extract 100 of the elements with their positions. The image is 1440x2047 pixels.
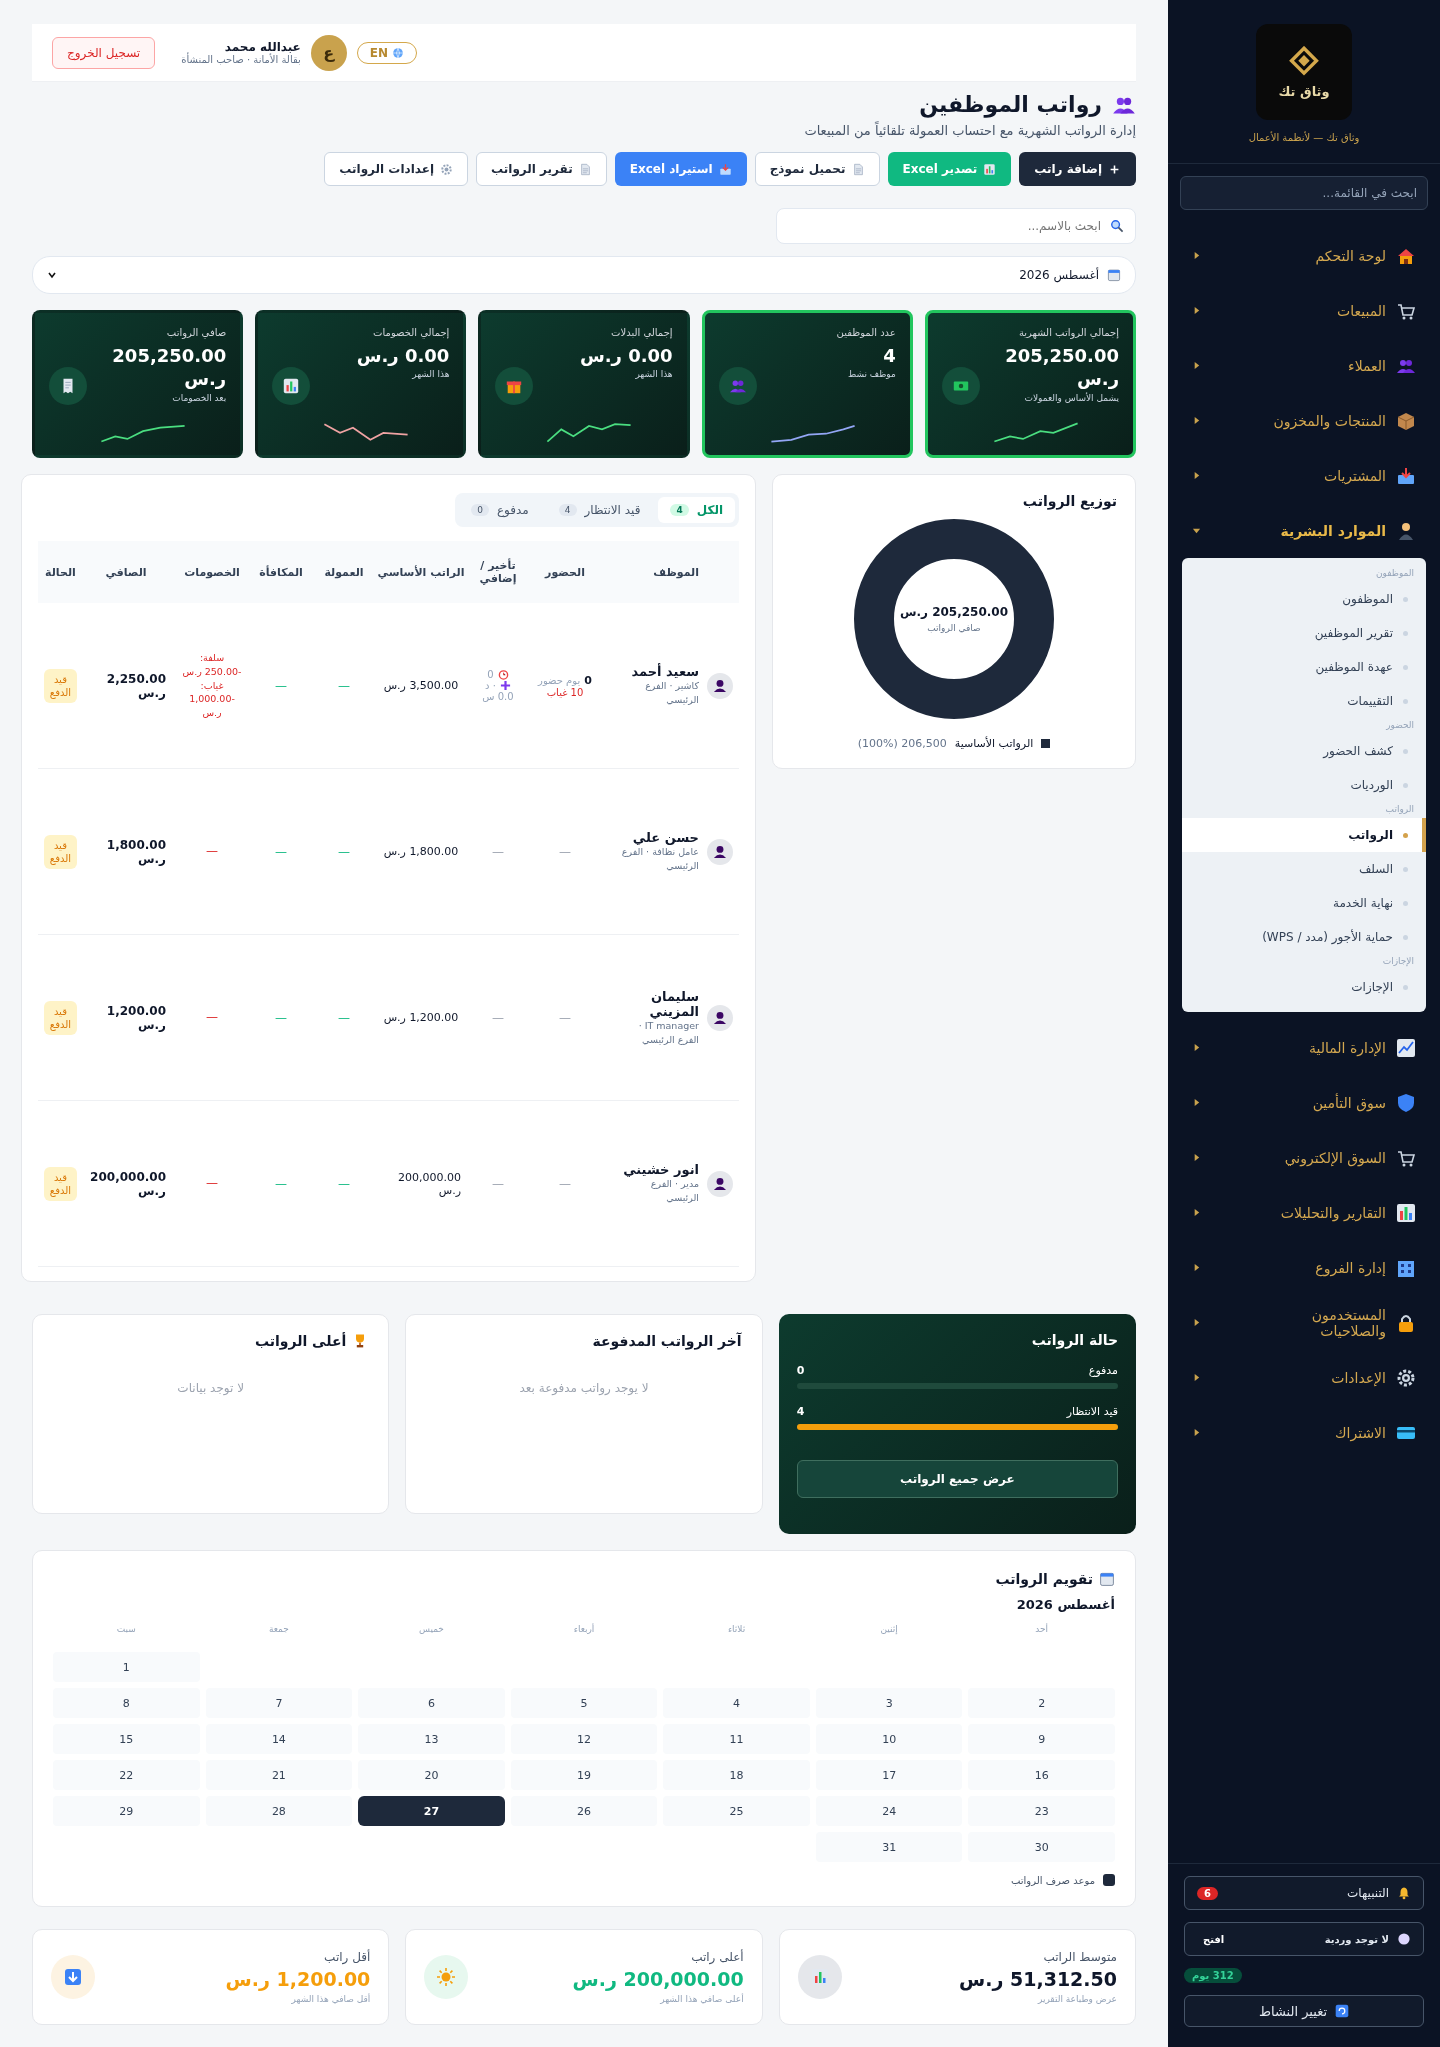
deduction-item: — [206, 1008, 218, 1026]
submenu-item[interactable]: تقرير الموظفين [1182, 616, 1426, 650]
submenu-item[interactable]: الإجازات [1182, 970, 1426, 1004]
present-label: يوم حضور [538, 674, 581, 686]
calendar-day[interactable]: 13 [358, 1724, 505, 1754]
menu-item[interactable]: المستخدمون والصلاحيات [1168, 1295, 1440, 1350]
calendar-day[interactable]: 11 [663, 1724, 810, 1754]
logout-button[interactable]: تسجيل الخروج [52, 36, 156, 69]
calendar-day[interactable]: 9 [968, 1724, 1115, 1754]
action-button[interactable]: تقرير الرواتب [476, 152, 607, 186]
summary-note: أعلى صافي هذا الشهر [659, 1994, 744, 2004]
stat-value: 4 [883, 344, 896, 368]
month-select[interactable]: أغسطس 2026 [32, 256, 1136, 294]
action-button[interactable]: استيراد Excel [614, 152, 747, 186]
calendar-day[interactable]: 6 [358, 1688, 505, 1718]
submenu-heading: الرواتب [1384, 803, 1415, 816]
table-cell: — [338, 1010, 350, 1025]
menu-item[interactable]: الاشتراك [1168, 1405, 1440, 1460]
menu-item[interactable]: المنتجات والمخزون [1168, 393, 1440, 448]
menu-item[interactable]: العملاء [1168, 338, 1440, 393]
calendar-day[interactable]: 16 [968, 1760, 1115, 1790]
calendar-day[interactable]: 3 [815, 1688, 963, 1718]
view-all-button[interactable]: عرض جميع الرواتب [796, 1460, 1118, 1498]
calendar-day[interactable]: 4 [663, 1688, 810, 1718]
calendar-day[interactable]: 10 [815, 1724, 963, 1754]
calendar-day[interactable]: 26 [510, 1796, 658, 1826]
legend-label: الرواتب الأساسية [954, 737, 1034, 750]
menu-item[interactable]: لوحة التحكم [1168, 228, 1440, 283]
box-icon [1396, 410, 1416, 431]
action-button[interactable]: إعدادات الرواتب [324, 152, 469, 186]
bar-chart-icon [1396, 1202, 1416, 1223]
calendar-day[interactable]: 28 [205, 1796, 353, 1826]
summary-note: عرض وطباعة التقرير [1036, 1994, 1117, 2004]
bell-icon [1397, 1886, 1411, 1900]
search-field[interactable]: ابحث بالاسم... [776, 208, 1136, 244]
sun-icon [436, 1967, 457, 1987]
calendar-day[interactable]: 5 [510, 1688, 658, 1718]
deduction-item: سلفة: -250.00 ر.س [181, 651, 243, 679]
calendar-day[interactable]: 8 [53, 1688, 200, 1718]
menu-item[interactable]: التقارير والتحليلات [1168, 1185, 1440, 1240]
submenu-item[interactable]: الورديات [1182, 768, 1426, 802]
menu-item[interactable]: المبيعات [1168, 283, 1440, 338]
calendar-day[interactable]: 20 [358, 1760, 505, 1790]
basic-salary: 1,800.00 ر.س [383, 845, 459, 858]
calendar-day[interactable]: 12 [510, 1724, 658, 1754]
calendar-day[interactable]: 19 [510, 1760, 658, 1790]
calendar-day[interactable]: 31 [815, 1832, 963, 1862]
calendar-day[interactable]: 30 [968, 1832, 1115, 1862]
submenu-item[interactable]: نهاية الخدمة [1182, 886, 1426, 920]
calendar-day[interactable]: 23 [968, 1796, 1115, 1826]
calendar-day[interactable]: 24 [815, 1796, 963, 1826]
calendar-day[interactable]: 7 [205, 1688, 353, 1718]
shield-icon [1396, 1092, 1416, 1113]
menu-item[interactable]: سوق التأمين [1168, 1075, 1440, 1130]
weekday-label: أحد [1034, 1624, 1050, 1636]
deduction-item: — [206, 1174, 218, 1192]
calendar-day[interactable]: 2 [968, 1688, 1115, 1718]
basic-salary: 200,000.00 ر.س [397, 1170, 461, 1197]
center-value: 205,250.00 ر.س [899, 605, 1009, 619]
calendar-day[interactable]: 14 [205, 1724, 353, 1754]
calendar-icon [1099, 1571, 1115, 1587]
table-cell: — [338, 678, 350, 693]
deduction-item: غياب: -1,000.00 ر.س [188, 678, 236, 720]
submenu-item[interactable]: التقييمات [1182, 684, 1426, 718]
submenu-item[interactable]: الموظفون [1182, 582, 1426, 616]
calendar-day[interactable]: 1 [53, 1652, 200, 1682]
card-title: أعلى الرواتب [254, 1333, 347, 1349]
menu-item[interactable]: الإعدادات [1168, 1350, 1440, 1405]
submenu-item[interactable]: عهدة الموظفين [1182, 650, 1426, 684]
circle-icon [1397, 1932, 1411, 1946]
card-title: آخر الرواتب المدفوعة [592, 1333, 742, 1349]
logo-text: وثاق تك [1278, 83, 1330, 99]
calendar-day[interactable]: 18 [663, 1760, 810, 1790]
menu-item[interactable]: الموارد البشرية [1168, 503, 1440, 558]
menu-item[interactable]: الإدارة المالية [1168, 1020, 1440, 1075]
calendar-day[interactable]: 22 [53, 1760, 200, 1790]
menu-item[interactable]: السوق الإلكتروني [1168, 1130, 1440, 1185]
calendar-day[interactable]: 17 [815, 1760, 963, 1790]
submenu-item[interactable]: كشف الحضور [1182, 734, 1426, 768]
caret-icon [1192, 1318, 1201, 1327]
table-cell: — [275, 844, 287, 859]
basic-salary: 3,500.00 ر.س [383, 679, 459, 692]
menu-item[interactable]: المشتريات [1168, 448, 1440, 503]
open-shift-button[interactable]: افتح [1197, 1932, 1231, 1946]
notifications-label: التنبيهات [1346, 1886, 1389, 1900]
calendar-day[interactable]: 15 [53, 1724, 200, 1754]
calendar-day[interactable]: 21 [205, 1760, 353, 1790]
menu-item[interactable]: إدارة الفروع [1168, 1240, 1440, 1295]
calendar-day[interactable]: 25 [663, 1796, 810, 1826]
calendar-day[interactable]: 29 [53, 1796, 200, 1826]
submenu-item[interactable]: الرواتب [1182, 818, 1426, 852]
gear-icon [1396, 1367, 1416, 1388]
switch-activity-button[interactable]: تغيير النشاط [1184, 1995, 1424, 2027]
action-button[interactable]: إضافة راتب [1019, 152, 1136, 186]
menu-search-field[interactable]: ابحث في القائمة... [1180, 176, 1428, 210]
submenu-item[interactable]: السلف [1182, 852, 1426, 886]
bar-count: 4 [796, 1405, 805, 1418]
action-button[interactable]: تحميل نموذج [754, 152, 880, 186]
submenu-item[interactable]: حماية الأجور (مدد / WPS) [1182, 920, 1426, 954]
calendar-day[interactable]: 27 [358, 1796, 505, 1826]
